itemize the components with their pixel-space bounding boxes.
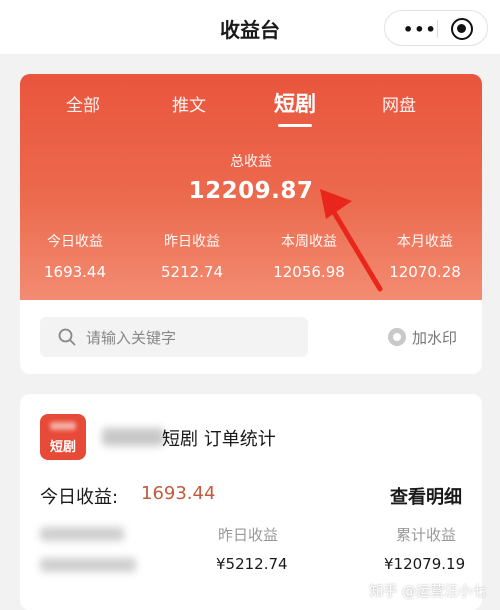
tab-all[interactable]: 全部: [66, 91, 100, 116]
redacted-date: [40, 558, 136, 572]
stat-value: 5212.74: [160, 263, 224, 281]
tab-short-drama[interactable]: 短剧: [274, 88, 316, 118]
logo-blurred-text: [50, 422, 76, 430]
nav-bar: 收益台 •••: [0, 0, 500, 54]
earnings-summary-card: 全部 推文 短剧 网盘 总收益 12209.87 今日收益 1693.44 昨日…: [20, 74, 482, 374]
app-logo: 短剧: [40, 414, 86, 460]
search-placeholder: 请输入关键字: [86, 329, 177, 347]
cumulative-label: 累计收益: [396, 526, 457, 544]
mini-program-close-icon[interactable]: [451, 18, 473, 40]
cumulative-value: ¥12079.19: [384, 555, 466, 573]
red-arrow-icon: [320, 189, 383, 292]
today-earnings-label: 今日收益:: [40, 487, 119, 508]
active-tab-indicator: [278, 124, 312, 127]
yesterday-label: 昨日收益: [218, 526, 279, 544]
tab-netdisk[interactable]: 网盘: [382, 91, 416, 116]
watermark-toggle-icon: [388, 328, 406, 346]
watermark-toggle-label: 加水印: [412, 329, 458, 347]
stat-label: 今日收益: [47, 234, 103, 250]
search-icon: [58, 328, 76, 346]
redacted-label: [40, 527, 124, 541]
earnings-hero: 全部 推文 短剧 网盘 总收益 12209.87 今日收益 1693.44 昨日…: [20, 74, 482, 300]
order-card-title: 短剧 订单统计: [162, 429, 276, 450]
stat-today: 今日收益 1693.44: [20, 231, 130, 281]
order-stats-card: 短剧 短剧 订单统计 今日收益: 1693.44 查看明细 昨日收益 ¥5212…: [20, 394, 482, 610]
search-input[interactable]: 请输入关键字: [40, 317, 308, 357]
total-earnings-value: 12209.87: [188, 178, 314, 204]
stat-yesterday: 昨日收益 5212.74: [137, 231, 247, 281]
today-earnings-value: 1693.44: [141, 483, 216, 504]
tab-articles[interactable]: 推文: [172, 91, 206, 116]
stat-value: 1693.44: [43, 263, 107, 281]
stat-label: 昨日收益: [164, 234, 220, 250]
total-earnings-label: 总收益: [230, 154, 272, 170]
more-icon[interactable]: •••: [403, 20, 437, 39]
source-watermark: 知乎 @运营汪小七: [369, 584, 486, 600]
yesterday-value: ¥5212.74: [216, 555, 288, 573]
logo-label: 短剧: [49, 440, 76, 455]
capsule-divider: [437, 20, 438, 38]
app-name-redacted: [102, 428, 164, 446]
mini-program-capsule: •••: [384, 10, 488, 46]
view-details-link[interactable]: 查看明细: [390, 483, 462, 509]
